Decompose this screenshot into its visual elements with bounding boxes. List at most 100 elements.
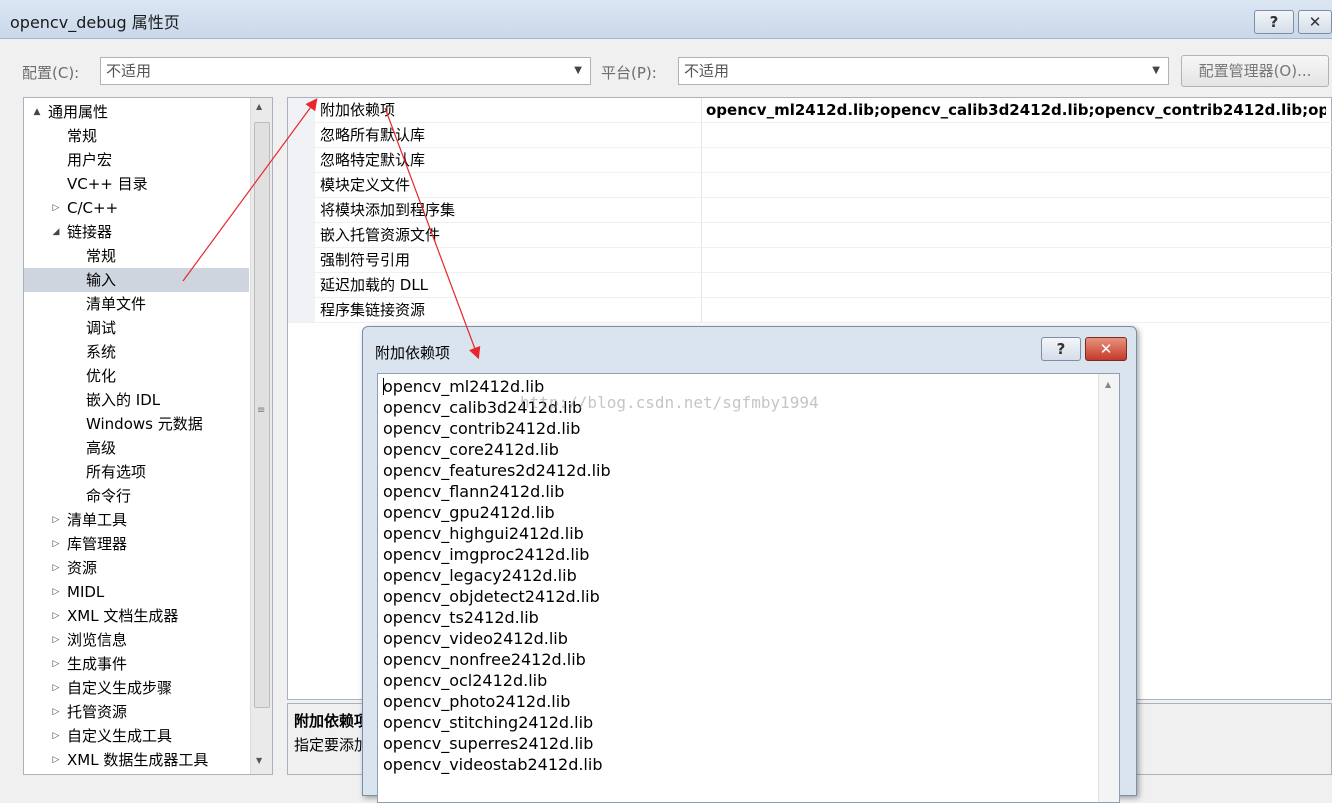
property-row[interactable]: 强制符号引用 <box>288 248 1332 273</box>
tree-item[interactable]: 所有选项 <box>86 460 146 484</box>
platform-combobox[interactable]: 不适用 ▼ <box>678 57 1169 85</box>
tree-item[interactable]: 命令行 <box>86 484 131 508</box>
tree-item[interactable]: 自定义生成工具 <box>67 724 172 748</box>
chevron-down-icon: ▼ <box>574 65 582 76</box>
property-name: 强制符号引用 <box>320 251 411 269</box>
tree-item[interactable]: 高级 <box>86 436 116 460</box>
tree-item[interactable]: 用户宏 <box>67 148 112 172</box>
tree-item[interactable]: MIDL <box>67 580 104 604</box>
collapse-arrow-icon[interactable]: ▲ <box>30 107 44 117</box>
tree-item[interactable]: XML 数据生成器工具 <box>67 748 208 772</box>
dependency-line: opencv_contrib2412d.lib <box>383 419 581 438</box>
tree-item[interactable]: VC++ 目录 <box>67 172 148 196</box>
collapse-arrow-icon[interactable]: ◢ <box>49 227 63 237</box>
column-separator <box>701 248 702 272</box>
expand-arrow-icon[interactable]: ▷ <box>49 203 63 213</box>
tree-item[interactable]: 调试 <box>86 316 116 340</box>
column-separator <box>701 173 702 197</box>
column-separator <box>701 148 702 172</box>
expand-arrow-icon[interactable]: ▷ <box>49 659 63 669</box>
property-row[interactable]: 延迟加载的 DLL <box>288 273 1332 298</box>
expand-arrow-icon[interactable]: ▷ <box>49 515 63 525</box>
column-separator <box>701 273 702 297</box>
tree-scrollbar-thumb[interactable]: ≡ <box>254 122 270 708</box>
tree-item[interactable]: 链接器 <box>67 220 112 244</box>
tree-item[interactable]: 清单工具 <box>67 508 127 532</box>
help-button[interactable]: ? <box>1254 10 1294 34</box>
row-gutter <box>288 273 315 297</box>
config-combobox[interactable]: 不适用 ▼ <box>100 57 591 85</box>
property-row[interactable]: 忽略所有默认库 <box>288 123 1332 148</box>
expand-arrow-icon[interactable]: ▷ <box>49 731 63 741</box>
row-gutter <box>288 123 315 147</box>
property-row[interactable]: 模块定义文件 <box>288 173 1332 198</box>
tree-item[interactable]: 优化 <box>86 364 116 388</box>
dialog-title: 附加依赖项 <box>375 344 451 362</box>
property-tree[interactable]: ▲ 通用属性 常规 用户宏 VC++ 目录 ▷ C/C++ ◢ 链接器 常规 输入 清单文件 调试 系统优… <box>23 97 273 775</box>
tree-item[interactable]: 自定义生成步骤 <box>67 676 172 700</box>
column-separator <box>701 98 702 122</box>
expand-arrow-icon[interactable]: ▷ <box>49 755 63 765</box>
scroll-up-icon[interactable]: ▲ <box>256 102 262 111</box>
dialog-close-button[interactable]: ✕ <box>1085 337 1127 361</box>
tree-item[interactable]: 资源 <box>67 556 97 580</box>
tree-item[interactable]: Windows 元数据 <box>86 412 203 436</box>
property-value[interactable]: opencv_ml2412d.lib;opencv_calib3d2412d.l… <box>706 98 1326 122</box>
scroll-down-icon[interactable]: ▼ <box>256 756 262 765</box>
property-name: 忽略特定默认库 <box>320 151 426 169</box>
expand-arrow-icon[interactable]: ▷ <box>49 539 63 549</box>
window-title-bar: opencv_debug 属性页 ? ✕ <box>0 0 1332 39</box>
dependency-line: opencv_superres2412d.lib <box>383 734 594 753</box>
tree-item[interactable]: 输入 <box>86 268 116 292</box>
tree-item[interactable]: 浏览信息 <box>67 628 127 652</box>
row-gutter <box>288 148 315 172</box>
property-row[interactable]: 附加依赖项 opencv_ml2412d.lib;opencv_calib3d24… <box>288 98 1332 123</box>
tree-item[interactable]: 通用属性 <box>48 100 108 124</box>
dependency-line: opencv_gpu2412d.lib <box>383 503 555 522</box>
dependencies-textarea[interactable]: opencv_ml2412d.lib opencv_calib3d2412d.li… <box>377 373 1120 803</box>
row-gutter <box>288 198 315 222</box>
expand-arrow-icon[interactable]: ▷ <box>49 563 63 573</box>
tree-item[interactable]: XML 文档生成器 <box>67 604 178 628</box>
property-row[interactable]: 将模块添加到程序集 <box>288 198 1332 223</box>
config-value: 不适用 <box>106 62 152 80</box>
column-separator <box>701 123 702 147</box>
property-row[interactable]: 嵌入托管资源文件 <box>288 223 1332 248</box>
row-gutter <box>288 298 315 322</box>
tree-item[interactable]: 常规 <box>86 244 116 268</box>
row-gutter <box>288 98 315 122</box>
close-button[interactable]: ✕ <box>1298 10 1332 34</box>
config-manager-button[interactable]: 配置管理器(O)... <box>1181 55 1329 87</box>
property-name: 模块定义文件 <box>320 176 411 194</box>
tree-item[interactable]: C/C++ <box>67 196 118 220</box>
expand-arrow-icon[interactable]: ▷ <box>49 635 63 645</box>
tree-item[interactable]: 常规 <box>67 124 97 148</box>
property-row[interactable]: 忽略特定默认库 <box>288 148 1332 173</box>
tree-item[interactable]: 库管理器 <box>67 532 127 556</box>
expand-arrow-icon[interactable]: ▷ <box>49 707 63 717</box>
tree-item[interactable]: 系统 <box>86 340 116 364</box>
property-name: 嵌入托管资源文件 <box>320 226 441 244</box>
tree-scrollbar[interactable]: ▲ ≡ ▼ <box>250 98 272 774</box>
expand-arrow-icon[interactable]: ▷ <box>49 587 63 597</box>
dependency-line: opencv_features2d2412d.lib <box>383 461 611 480</box>
tree-selection-highlight <box>24 268 249 292</box>
config-label: 配置(C): <box>22 64 80 82</box>
dependency-line: opencv_objdetect2412d.lib <box>383 587 600 606</box>
dependency-line: opencv_ocl2412d.lib <box>383 671 548 690</box>
tree-item[interactable]: 托管资源 <box>67 700 127 724</box>
tree-item[interactable]: 生成事件 <box>67 652 127 676</box>
chevron-down-icon: ▼ <box>1152 65 1160 76</box>
tree-item[interactable]: 清单文件 <box>86 292 146 316</box>
property-row[interactable]: 程序集链接资源 <box>288 298 1332 323</box>
property-name: 程序集链接资源 <box>320 301 426 319</box>
editor-scrollbar[interactable]: ▲ <box>1098 374 1119 802</box>
row-gutter <box>288 223 315 247</box>
dependency-line: opencv_ts2412d.lib <box>383 608 539 627</box>
expand-arrow-icon[interactable]: ▷ <box>49 611 63 621</box>
tree-item[interactable]: 嵌入的 IDL <box>86 388 160 412</box>
scroll-up-icon[interactable]: ▲ <box>1105 380 1111 389</box>
expand-arrow-icon[interactable]: ▷ <box>49 683 63 693</box>
property-name: 将模块添加到程序集 <box>320 201 456 219</box>
dialog-help-button[interactable]: ? <box>1041 337 1081 361</box>
